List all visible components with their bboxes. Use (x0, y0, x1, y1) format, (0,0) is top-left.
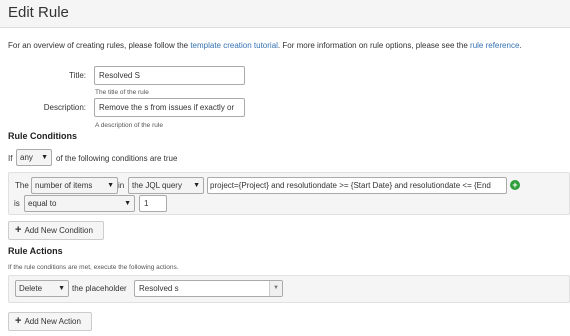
caret-down-icon: ▼ (193, 182, 200, 189)
action-value: Delete (19, 284, 43, 293)
caret-down-icon: ▼ (41, 154, 48, 161)
caret-down-icon: ▼ (269, 281, 282, 296)
description-help: A description of the rule (95, 122, 163, 129)
action-select[interactable]: Delete ▼ (15, 280, 69, 297)
condition-is-text: is (14, 199, 20, 208)
if-text: If (8, 154, 13, 163)
dialog-header: Edit Rule (0, 0, 570, 28)
condition-measure-value: number of items (35, 181, 93, 190)
caret-down-icon: ▼ (107, 182, 114, 189)
condition-in-text: in (118, 181, 125, 190)
title-input[interactable]: Resolved S (94, 66, 245, 85)
condition-operator-select[interactable]: equal to ▼ (24, 195, 135, 212)
caret-down-icon: ▼ (124, 200, 131, 207)
condition-match-select[interactable]: any ▼ (16, 149, 52, 166)
green-plus-circle-icon[interactable]: + (510, 180, 520, 190)
add-new-condition-label: Add New Condition (24, 226, 93, 235)
intro-text-part-1: For an overview of creating rules, pleas… (8, 41, 191, 50)
condition-measure-select[interactable]: number of items ▼ (31, 177, 118, 194)
condition-value-input[interactable]: 1 (139, 195, 167, 212)
action-placeholder-text: the placeholder (72, 284, 127, 293)
plus-icon: + (15, 315, 22, 327)
rule-conditions-heading: Rule Conditions (8, 131, 77, 141)
rule-actions-heading: Rule Actions (8, 246, 63, 256)
template-tutorial-link[interactable]: template creation tutorial (190, 41, 278, 50)
add-new-condition-button[interactable]: + Add New Condition (8, 221, 104, 240)
intro-text-part-2: . For more information on rule options, … (277, 41, 471, 50)
condition-the-text: The (15, 181, 29, 190)
intro-text: For an overview of creating rules, pleas… (8, 41, 522, 50)
rule-reference-link[interactable]: rule reference (470, 41, 519, 50)
condition-match-value: any (20, 153, 33, 162)
following-conditions-text: of the following conditions are true (56, 154, 178, 163)
condition-source-select[interactable]: the JQL query ▼ (128, 177, 204, 194)
page-title: Edit Rule (8, 4, 69, 21)
title-help: The title of the rule (95, 89, 149, 96)
description-input[interactable]: Remove the s from issues if exactly or (94, 98, 245, 117)
add-new-action-label: Add New Action (24, 317, 81, 326)
add-new-action-button[interactable]: + Add New Action (8, 312, 92, 331)
condition-source-value: the JQL query (132, 181, 182, 190)
plus-icon: + (15, 224, 22, 236)
description-label: Description: (43, 103, 86, 112)
condition-operator-value: equal to (28, 199, 57, 208)
intro-text-part-3: . (519, 41, 522, 50)
caret-down-icon: ▼ (58, 285, 65, 292)
placeholder-value: Resolved s (139, 284, 179, 293)
rule-actions-help: If the rule conditions are met, execute … (8, 264, 179, 271)
title-label: Title: (68, 71, 86, 80)
placeholder-select[interactable]: Resolved s ▼ (134, 280, 283, 297)
condition-jql-input[interactable]: project={Project} and resolutiondate >= … (207, 177, 507, 194)
